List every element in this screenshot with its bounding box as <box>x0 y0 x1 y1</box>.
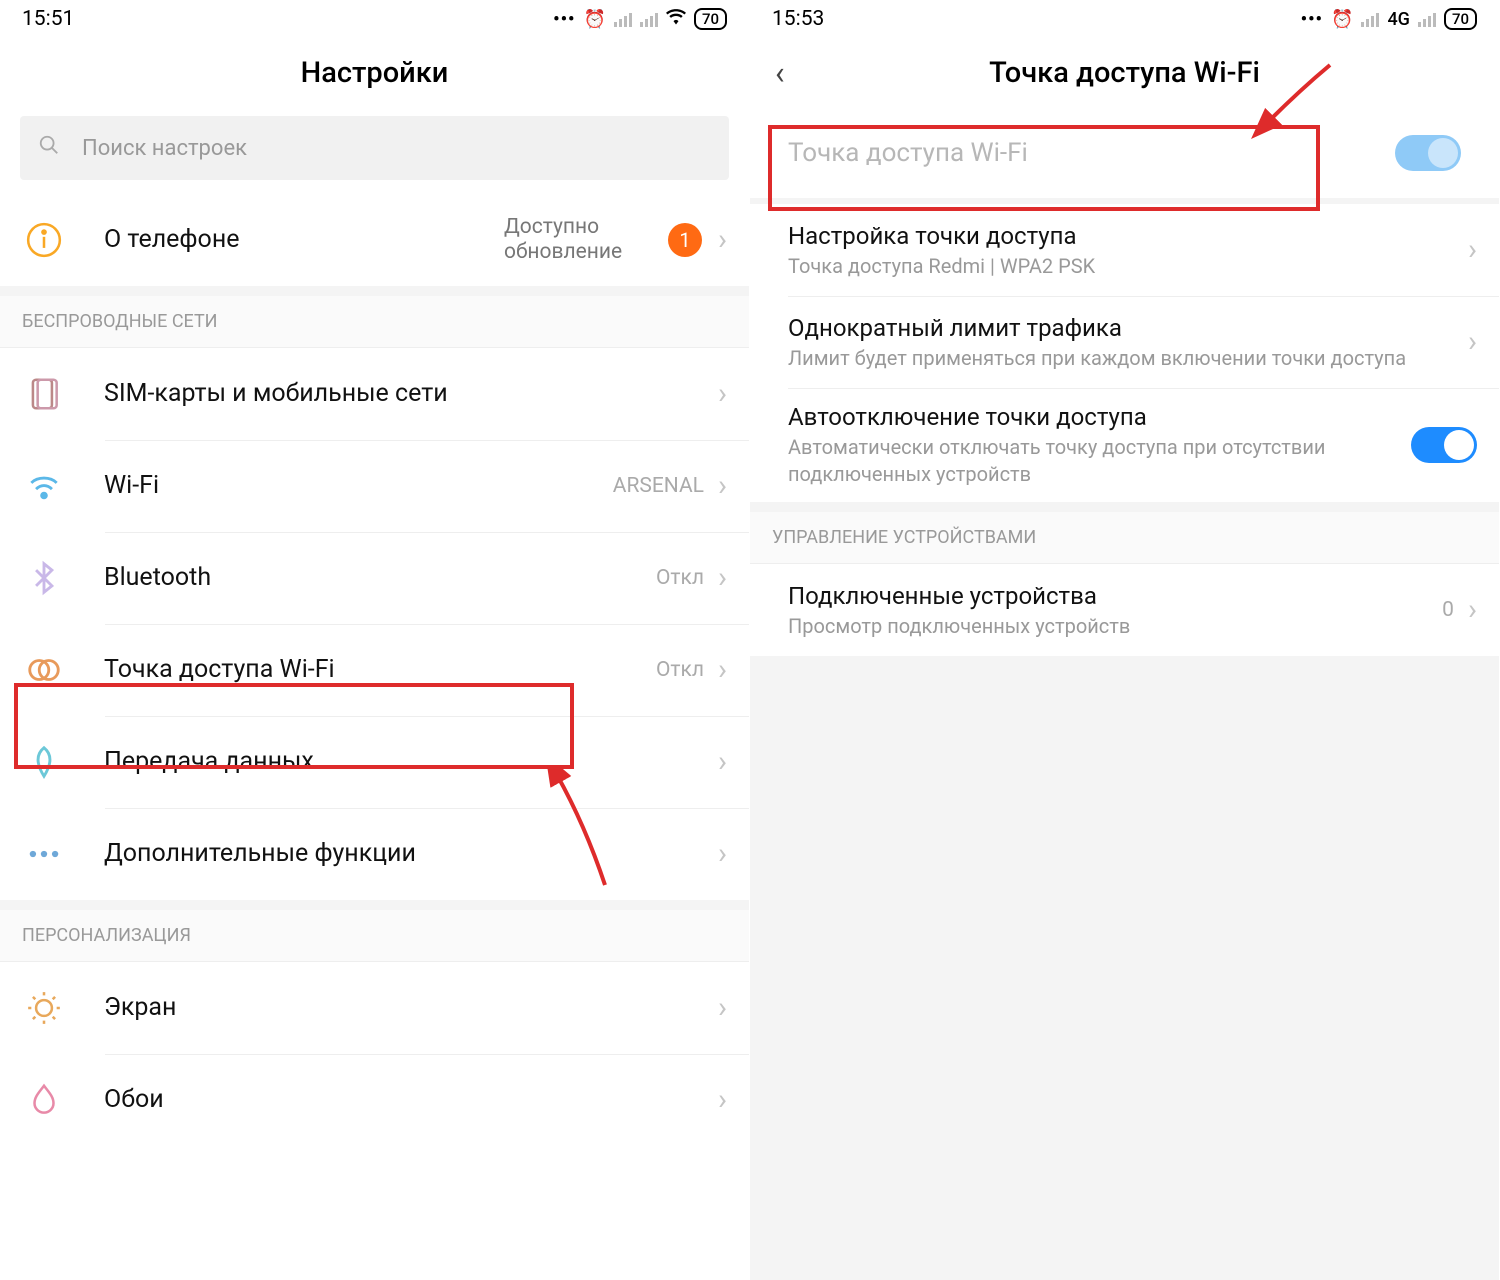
row-label: Обои <box>104 1084 718 1115</box>
back-button[interactable]: ‹ <box>775 54 785 92</box>
alarm-icon: ⏰ <box>584 9 606 30</box>
search-icon <box>38 134 60 162</box>
row-sub: Просмотр подключенных устройств <box>788 613 1442 640</box>
row-label: Настройка точки доступа <box>788 221 1468 251</box>
network-label: 4G <box>1387 9 1410 30</box>
row-more[interactable]: Дополнительные функции › <box>0 808 749 900</box>
chevron-right-icon: › <box>718 839 727 869</box>
page-title: Настройки <box>301 56 449 90</box>
chevron-right-icon: › <box>718 379 727 409</box>
auto-off-switch[interactable] <box>1411 427 1477 463</box>
search-input[interactable]: Поиск настроек <box>20 116 729 180</box>
row-value: Откл <box>656 658 704 682</box>
group-personal: ПЕРСОНАЛИЗАЦИЯ <box>0 910 749 962</box>
row-value: ARSENAL <box>613 474 704 498</box>
devices-count: 0 <box>1442 598 1454 622</box>
row-label: Wi-Fi <box>104 470 613 501</box>
row-connected-devices[interactable]: Подключенные устройства Просмотр подключ… <box>750 564 1499 656</box>
info-icon <box>22 218 66 262</box>
row-label: Автоотключение точки доступа <box>788 402 1411 432</box>
battery-icon: 70 <box>694 8 727 30</box>
battery-icon: 70 <box>1444 8 1477 30</box>
chevron-right-icon: › <box>718 225 727 255</box>
page-header: Настройки <box>0 38 749 108</box>
row-label: Передача данных <box>104 746 718 777</box>
group-wireless: БЕСПРОВОДНЫЕ СЕТИ <box>0 296 749 348</box>
row-traffic-limit[interactable]: Однократный лимит трафика Лимит будет пр… <box>750 296 1499 388</box>
chevron-right-icon: › <box>718 563 727 593</box>
clock: 15:51 <box>22 7 74 31</box>
chevron-right-icon: › <box>1468 595 1477 625</box>
row-display[interactable]: Экран › <box>0 962 749 1054</box>
row-note: Доступно обновление <box>504 215 654 265</box>
row-about-phone[interactable]: О телефоне Доступно обновление 1 › <box>0 194 749 286</box>
row-value: Откл <box>656 566 704 590</box>
row-bluetooth[interactable]: Bluetooth Откл › <box>0 532 749 624</box>
more-icon <box>22 832 66 876</box>
search-placeholder: Поиск настроек <box>82 136 247 161</box>
screen-settings: 15:51 ••• ⏰ 70 Настройки Поиск настроек … <box>0 0 750 1280</box>
row-label: О телефоне <box>104 224 484 255</box>
wallpaper-icon <box>22 1078 66 1122</box>
hotspot-icon <box>22 648 66 692</box>
row-label: Точка доступа Wi-Fi <box>788 138 1395 168</box>
row-sub: Точка доступа Redmi | WPA2 PSK <box>788 253 1468 280</box>
chevron-right-icon: › <box>1468 327 1477 357</box>
row-label: SIM-карты и мобильные сети <box>104 378 718 409</box>
chevron-right-icon: › <box>718 1085 727 1115</box>
row-hotspot-setup[interactable]: Настройка точки доступа Точка доступа Re… <box>750 204 1499 296</box>
update-badge: 1 <box>668 223 702 257</box>
status-icons: ••• ⏰ 70 <box>553 8 727 30</box>
bluetooth-icon <box>22 556 66 600</box>
chevron-right-icon: › <box>718 993 727 1023</box>
wifi-icon <box>22 464 66 508</box>
page-title: Точка доступа Wi-Fi <box>989 56 1260 90</box>
clock: 15:53 <box>772 7 824 31</box>
row-label: Подключенные устройства <box>788 581 1442 611</box>
chevron-right-icon: › <box>718 655 727 685</box>
row-auto-off[interactable]: Автоотключение точки доступа Автоматичес… <box>750 388 1499 502</box>
wifi-icon <box>666 9 686 30</box>
row-wallpaper[interactable]: Обои › <box>0 1054 749 1146</box>
group-devices: УПРАВЛЕНИЕ УСТРОЙСТВАМИ <box>750 512 1499 564</box>
row-label: Точка доступа Wi-Fi <box>104 654 656 685</box>
row-sim[interactable]: SIM-карты и мобильные сети › <box>0 348 749 440</box>
row-wifi[interactable]: Wi-Fi ARSENAL › <box>0 440 749 532</box>
row-sub: Лимит будет применяться при каждом включ… <box>788 345 1468 372</box>
chevron-right-icon: › <box>718 471 727 501</box>
row-label: Дополнительные функции <box>104 838 718 869</box>
sim-icon <box>22 372 66 416</box>
status-bar: 15:53 ••• ⏰ 4G 70 <box>750 0 1499 38</box>
page-header: ‹ Точка доступа Wi-Fi <box>750 38 1499 108</box>
row-label: Экран <box>104 992 718 1023</box>
display-icon <box>22 986 66 1030</box>
data-icon <box>22 740 66 784</box>
screen-hotspot: 15:53 ••• ⏰ 4G 70 ‹ Точка доступа Wi-Fi … <box>750 0 1500 1280</box>
row-data-usage[interactable]: Передача данных › <box>0 716 749 808</box>
row-label: Bluetooth <box>104 562 656 593</box>
row-sub: Автоматически отключать точку доступа пр… <box>788 434 1411 488</box>
chevron-right-icon: › <box>1468 235 1477 265</box>
alarm-icon: ⏰ <box>1331 9 1353 30</box>
status-bar: 15:51 ••• ⏰ 70 <box>0 0 749 38</box>
row-hotspot[interactable]: Точка доступа Wi-Fi Откл › <box>0 624 749 716</box>
chevron-right-icon: › <box>718 747 727 777</box>
status-icons: ••• ⏰ 4G 70 <box>1301 8 1477 30</box>
hotspot-switch[interactable] <box>1395 135 1461 171</box>
row-label: Однократный лимит трафика <box>788 313 1468 343</box>
row-hotspot-toggle[interactable]: Точка доступа Wi-Fi <box>750 108 1499 198</box>
